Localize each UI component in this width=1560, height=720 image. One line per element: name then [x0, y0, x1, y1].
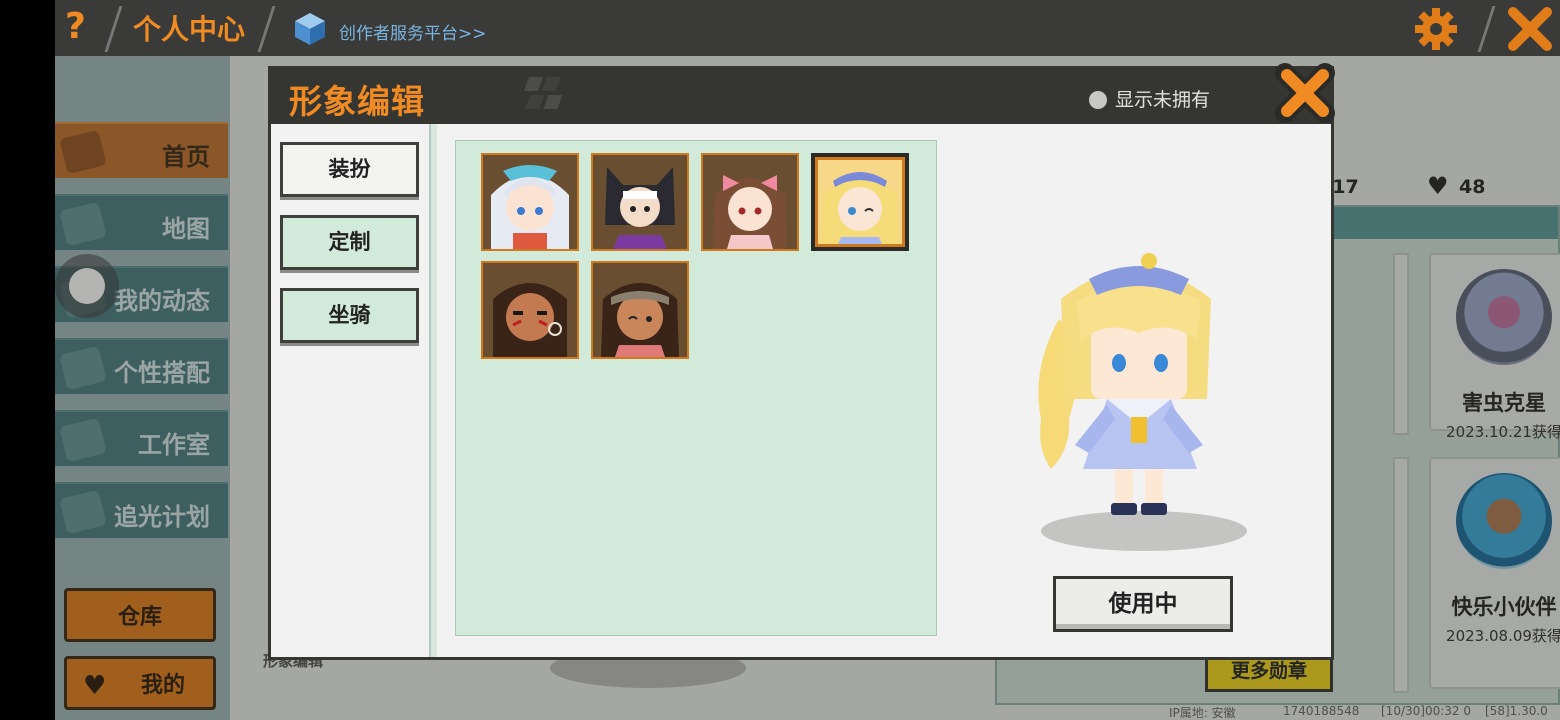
avatar-tribal-boy[interactable] [481, 261, 579, 359]
show-unowned-toggle[interactable]: 显示未拥有 [1089, 85, 1210, 112]
help-button[interactable]: ? [63, 6, 103, 50]
modal-header: 形象编辑 显示未拥有 [271, 69, 1331, 124]
modal-close-button[interactable] [1275, 63, 1335, 123]
avatar-edit-modal: 形象编辑 显示未拥有 装扮 定制 坐骑 使用中 [268, 63, 1335, 660]
close-icon [1508, 7, 1552, 51]
question-icon: ? [65, 6, 86, 47]
tab-costume[interactable]: 装扮 [280, 142, 419, 197]
close-app-button[interactable] [1507, 6, 1553, 52]
white-haired-girl-avatar-icon [491, 165, 569, 249]
modal-title: 形象编辑 [289, 82, 425, 121]
avatar-tribal-girl[interactable] [591, 261, 689, 359]
radio-icon [1089, 91, 1107, 109]
character-preview [1011, 249, 1261, 559]
character-model-icon [1038, 253, 1211, 515]
avatar-brown-haired-girl[interactable] [701, 153, 799, 251]
avatar-black-cat-hood[interactable] [591, 153, 689, 251]
close-icon [1275, 63, 1335, 123]
cube-icon [295, 13, 325, 45]
gear-icon [1415, 8, 1457, 50]
avatar-blonde-girl[interactable] [811, 153, 909, 251]
avatar-white-haired-girl[interactable] [481, 153, 579, 251]
show-unowned-label: 显示未拥有 [1115, 89, 1211, 111]
checker-decoration [523, 77, 563, 109]
tab-mount[interactable]: 坐骑 [280, 288, 419, 343]
tribal-boy-avatar-icon [493, 283, 567, 357]
brown-haired-girl-avatar-icon [713, 175, 787, 249]
divider [257, 6, 276, 52]
top-bar: ? 个人中心 创作者服务平台>> [55, 0, 1560, 56]
creator-platform-label: 创作者服务平台>> [339, 24, 487, 44]
blonde-girl-avatar-icon [821, 172, 899, 247]
page-title: 个人中心 [133, 13, 246, 46]
divider [104, 6, 123, 52]
settings-button[interactable] [1413, 6, 1459, 52]
in-use-button[interactable]: 使用中 [1053, 576, 1233, 632]
avatar-grid [455, 140, 937, 636]
tribal-girl-avatar-icon [601, 283, 679, 357]
divider [1477, 6, 1496, 52]
tab-column-divider [429, 124, 437, 657]
black-cat-hood-avatar-icon [605, 167, 675, 249]
tab-custom[interactable]: 定制 [280, 215, 419, 270]
